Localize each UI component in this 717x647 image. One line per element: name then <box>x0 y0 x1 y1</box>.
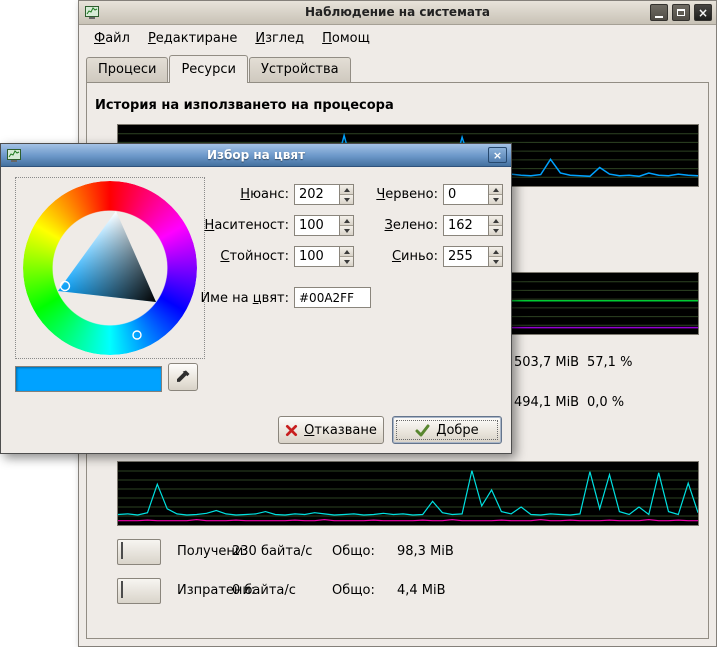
red-label: Червено: <box>356 185 438 205</box>
color-name-label: Име на цвят: <box>191 289 289 309</box>
cancel-button[interactable]: Отказване <box>278 416 384 444</box>
system-monitor-icon <box>84 4 100 20</box>
saturation-spin-down-button[interactable] <box>340 225 353 235</box>
received-total: 98,3 MiB <box>397 539 454 565</box>
network-sent-row: Изпратени: 0 байта/с Общо: 4,4 MiB <box>87 578 708 606</box>
color-wheel-area <box>15 177 205 359</box>
cancel-x-icon <box>285 424 298 437</box>
ok-button[interactable]: Добре <box>392 416 502 444</box>
green-value[interactable]: 162 <box>444 216 488 235</box>
minimize-icon <box>655 16 663 18</box>
sent-total: 4,4 MiB <box>397 578 446 604</box>
tab-resources[interactable]: Ресурси <box>169 55 248 83</box>
hue-label: Нюанс: <box>191 185 289 205</box>
received-color-swatch <box>121 542 123 559</box>
red-spinbox[interactable]: 0 <box>443 184 503 205</box>
eyedropper-icon <box>174 368 192 386</box>
hue-spinbox[interactable]: 202 <box>294 184 354 205</box>
value-spin-up-button[interactable] <box>340 247 353 256</box>
sent-color-button[interactable] <box>117 578 161 604</box>
swap-used-percent: 0,0 % <box>587 394 624 412</box>
memory-used-value: 503,7 MiB <box>514 354 579 372</box>
blue-label: Синьо: <box>356 247 438 267</box>
blue-spin-up-button[interactable] <box>489 247 502 256</box>
value-value[interactable]: 100 <box>295 247 339 266</box>
color-name-input[interactable]: #00A2FF <box>294 287 371 308</box>
saturation-spin-up-button[interactable] <box>340 216 353 225</box>
sent-rate: 0 байта/с <box>232 578 296 604</box>
tabbar: Процеси Ресурси Устройства <box>86 55 709 83</box>
ok-check-icon <box>415 424 430 437</box>
value-spinbox[interactable]: 100 <box>294 246 354 267</box>
green-spin-up-button[interactable] <box>489 216 502 225</box>
saturation-label: Наситеност: <box>191 216 289 236</box>
hue-value[interactable]: 202 <box>295 185 339 204</box>
menu-file[interactable]: Файл <box>85 27 139 50</box>
saturation-value[interactable]: 100 <box>295 216 339 235</box>
color-picker-dialog: Избор на цвят × <box>0 143 512 454</box>
eyedropper-button[interactable] <box>168 363 198 391</box>
dialog-close-button[interactable]: × <box>488 147 507 163</box>
menubar: Файл Редактиране Изглед Помощ <box>79 25 716 52</box>
cpu-section-title: История на използването на процесора <box>95 98 394 113</box>
maximize-button[interactable] <box>672 4 690 21</box>
received-rate: 230 байта/с <box>232 539 312 565</box>
ring-selection-marker <box>133 331 141 339</box>
blue-spinbox[interactable]: 255 <box>443 246 503 267</box>
dialog-titlebar[interactable]: Избор на цвят × <box>1 144 511 167</box>
blue-spin-down-button[interactable] <box>489 256 502 266</box>
minimize-button[interactable] <box>650 4 668 21</box>
tab-processes[interactable]: Процеси <box>86 57 168 82</box>
close-button[interactable]: × <box>694 4 712 21</box>
main-window-title: Наблюдение на системата <box>103 1 692 24</box>
sent-total-label: Общо: <box>332 578 375 604</box>
network-history-chart <box>117 461 699 526</box>
sent-color-swatch <box>121 581 123 598</box>
blue-value[interactable]: 255 <box>444 247 488 266</box>
color-preview <box>15 366 162 392</box>
red-value[interactable]: 0 <box>444 185 488 204</box>
dialog-icon <box>6 147 22 163</box>
memory-used-percent: 57,1 % <box>587 354 632 372</box>
green-label: Зелено: <box>356 216 438 236</box>
hsv-triangle[interactable] <box>23 181 197 355</box>
value-label: Стойност: <box>191 247 289 267</box>
tab-devices[interactable]: Устройства <box>249 57 351 82</box>
hue-spin-down-button[interactable] <box>340 194 353 204</box>
red-spin-up-button[interactable] <box>489 185 502 194</box>
maximize-icon <box>677 9 685 16</box>
received-total-label: Общо: <box>332 539 375 565</box>
green-spinbox[interactable]: 162 <box>443 215 503 236</box>
menu-edit[interactable]: Редактиране <box>139 27 246 50</box>
network-received-row: Получени: 230 байта/с Общо: 98,3 MiB <box>87 539 708 567</box>
green-spin-down-button[interactable] <box>489 225 502 235</box>
received-color-button[interactable] <box>117 539 161 565</box>
hue-spin-up-button[interactable] <box>340 185 353 194</box>
swap-used-value: 494,1 MiB <box>514 394 579 412</box>
menu-help[interactable]: Помощ <box>313 27 379 50</box>
desktop: Наблюдение на системата × Файл Редактира… <box>0 0 717 647</box>
saturation-spinbox[interactable]: 100 <box>294 215 354 236</box>
main-titlebar[interactable]: Наблюдение на системата × <box>79 1 716 25</box>
dialog-title: Избор на цвят <box>25 144 487 166</box>
red-spin-down-button[interactable] <box>489 194 502 204</box>
value-spin-down-button[interactable] <box>340 256 353 266</box>
menu-view[interactable]: Изглед <box>246 27 313 50</box>
